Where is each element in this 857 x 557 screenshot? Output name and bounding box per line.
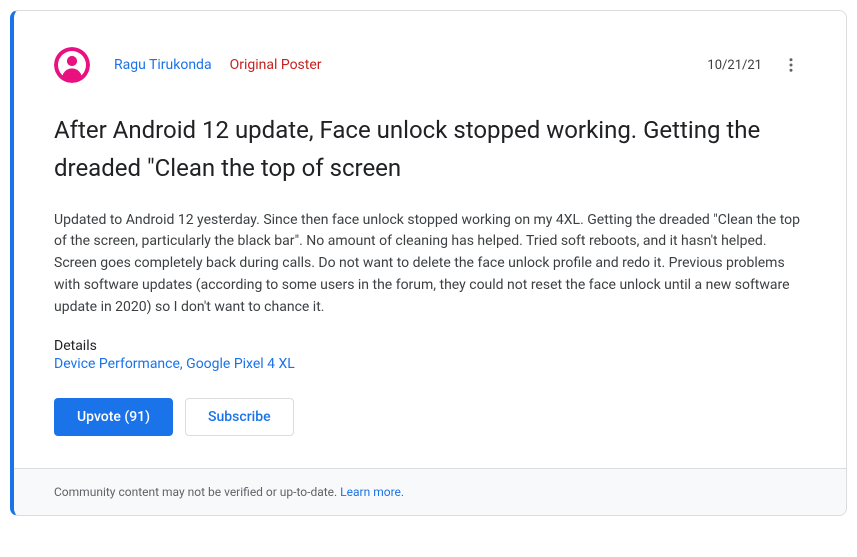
post-body: Updated to Android 12 yesterday. Since t… bbox=[54, 210, 806, 318]
post-date: 10/21/21 bbox=[707, 58, 762, 73]
more-options-button[interactable] bbox=[776, 50, 806, 80]
details-label: Details bbox=[54, 338, 806, 354]
post-header: Ragu Tirukonda Original Poster 10/21/21 bbox=[54, 47, 806, 83]
post-title: After Android 12 update, Face unlock sto… bbox=[54, 111, 806, 188]
more-vert-icon bbox=[782, 56, 800, 74]
forum-post-card: Ragu Tirukonda Original Poster 10/21/21 … bbox=[10, 10, 847, 516]
upvote-button[interactable]: Upvote (91) bbox=[54, 398, 173, 436]
avatar[interactable] bbox=[54, 47, 90, 83]
category-link[interactable]: Device Performance bbox=[54, 356, 180, 372]
original-poster-badge: Original Poster bbox=[230, 57, 322, 73]
post-actions: Upvote (91) Subscribe bbox=[54, 398, 806, 436]
footer-text: Community content may not be verified or… bbox=[54, 485, 340, 499]
device-link[interactable]: Google Pixel 4 XL bbox=[186, 356, 295, 372]
post-main: Ragu Tirukonda Original Poster 10/21/21 … bbox=[14, 11, 846, 468]
learn-more-link[interactable]: Learn more. bbox=[340, 485, 404, 499]
post-footer: Community content may not be verified or… bbox=[14, 468, 846, 515]
details-links: Device Performance, Google Pixel 4 XL bbox=[54, 356, 806, 372]
author-name-link[interactable]: Ragu Tirukonda bbox=[114, 57, 212, 73]
subscribe-button[interactable]: Subscribe bbox=[185, 398, 294, 436]
